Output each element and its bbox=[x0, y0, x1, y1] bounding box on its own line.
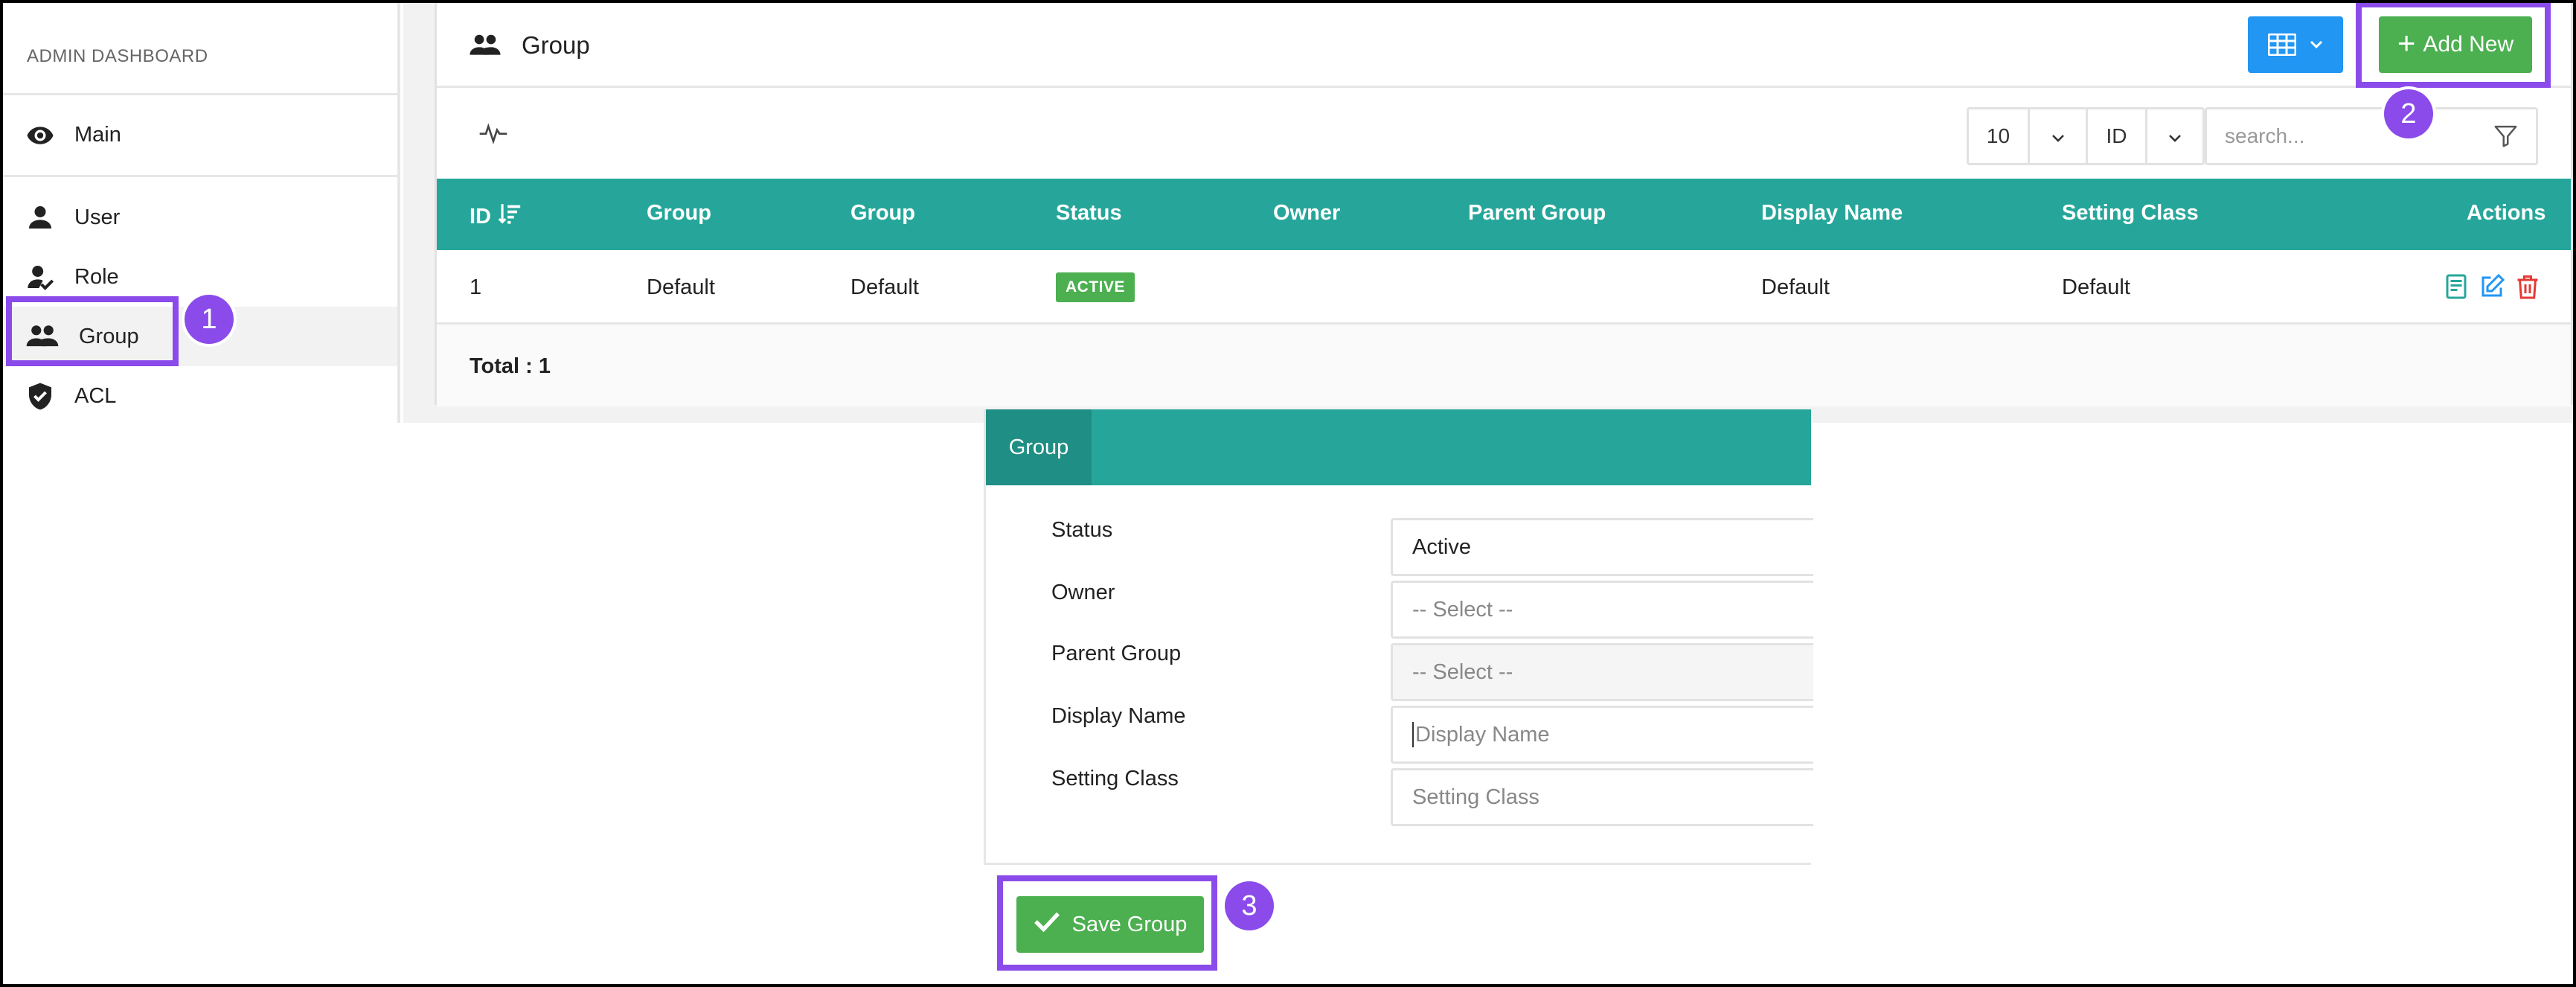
display-name-label: Display Name bbox=[1051, 704, 1186, 728]
column-header-id[interactable]: ID bbox=[470, 201, 522, 232]
eye-icon bbox=[25, 121, 55, 150]
highlight-group-nav bbox=[6, 296, 179, 366]
view-icon[interactable] bbox=[2443, 272, 2470, 301]
highlight-save-group bbox=[997, 875, 1217, 971]
display-name-placeholder: Display Name bbox=[1415, 722, 1550, 747]
step-badge-3: 3 bbox=[1225, 881, 1274, 930]
group-form: Group Status Active Owner -- Select -- P… bbox=[984, 409, 1813, 865]
column-header-status[interactable]: Status bbox=[1056, 201, 1122, 226]
table-row[interactable]: 1 Default Default ACTIVE Default Default bbox=[437, 250, 2571, 325]
table-icon bbox=[2268, 33, 2296, 56]
sidebar-item-label: User bbox=[74, 205, 121, 229]
owner-label: Owner bbox=[1051, 581, 1115, 604]
setting-class-field[interactable]: Setting Class bbox=[1391, 768, 1813, 826]
table-footer: Total : 1 bbox=[437, 325, 2571, 406]
parent-group-select[interactable]: -- Select -- bbox=[1391, 643, 1813, 701]
column-header-setting-class[interactable]: Setting Class bbox=[2062, 201, 2199, 226]
group-icon bbox=[468, 31, 502, 60]
chevron-down-icon bbox=[2051, 124, 2065, 148]
user-icon bbox=[25, 202, 55, 232]
delete-icon[interactable] bbox=[2514, 272, 2541, 301]
column-header-label: ID bbox=[470, 204, 491, 229]
table-toolbar: 10 ID bbox=[437, 88, 2571, 179]
chevron-down-icon bbox=[2168, 124, 2182, 148]
edit-icon[interactable] bbox=[2479, 272, 2505, 301]
column-header-group-2[interactable]: Group bbox=[850, 201, 915, 226]
highlight-add-new bbox=[2356, 1, 2551, 88]
sort-descending-icon bbox=[497, 201, 522, 232]
chevron-down-icon bbox=[2310, 40, 2323, 49]
sort-field-select[interactable]: ID bbox=[2088, 109, 2147, 163]
total-count: Total : 1 bbox=[470, 354, 551, 378]
page-title: Group bbox=[522, 31, 590, 59]
setting-class-placeholder: Setting Class bbox=[1412, 785, 1539, 809]
cell-id: 1 bbox=[470, 275, 482, 299]
step-badge-2: 2 bbox=[2384, 89, 2433, 138]
setting-class-label: Setting Class bbox=[1051, 767, 1179, 790]
cell-group: Default bbox=[647, 275, 715, 299]
sidebar-item-label: Main bbox=[74, 123, 121, 147]
display-name-field[interactable]: Display Name bbox=[1391, 706, 1813, 764]
column-header-parent-group[interactable]: Parent Group bbox=[1468, 201, 1606, 226]
page-size-dropdown[interactable] bbox=[2030, 109, 2088, 163]
column-header-display-name[interactable]: Display Name bbox=[1761, 201, 1903, 226]
step-badge-1: 1 bbox=[185, 295, 234, 344]
form-tab-bar: Group bbox=[986, 409, 1811, 485]
column-header-actions: Actions bbox=[2467, 201, 2546, 225]
cell-display-name: Default bbox=[1761, 275, 1830, 299]
sidebar-item-acl[interactable]: ACL bbox=[3, 366, 397, 426]
status-badge: ACTIVE bbox=[1056, 272, 1135, 302]
sidebar-item-user[interactable]: User bbox=[3, 188, 397, 247]
table-header: ID Group Group Status Owner Parent Group… bbox=[437, 179, 2571, 250]
tab-group[interactable]: Group bbox=[986, 409, 1092, 485]
cell-group-2: Default bbox=[850, 275, 919, 299]
status-label: Status bbox=[1051, 518, 1113, 542]
cell-setting-class: Default bbox=[2062, 275, 2130, 299]
role-icon bbox=[25, 262, 55, 292]
search-input[interactable] bbox=[2225, 124, 2493, 148]
sidebar-item-label: Role bbox=[74, 264, 119, 289]
sidebar-header: ADMIN DASHBOARD bbox=[3, 3, 397, 95]
group-list-panel: Group + Add New 10 ID search... ID Group… bbox=[435, 3, 2573, 406]
text-cursor bbox=[1412, 722, 1414, 747]
page-size-select[interactable]: 10 bbox=[1969, 109, 2030, 163]
row-actions bbox=[2443, 272, 2541, 301]
sidebar-item-main[interactable]: Main bbox=[3, 95, 397, 177]
column-header-group[interactable]: Group bbox=[647, 201, 711, 226]
status-select[interactable]: Active bbox=[1391, 518, 1813, 576]
column-header-owner[interactable]: Owner bbox=[1273, 201, 1340, 226]
paging-sort-controls: 10 ID bbox=[1967, 107, 2205, 165]
view-toggle-button[interactable] bbox=[2248, 16, 2343, 73]
sort-field-dropdown[interactable] bbox=[2147, 109, 2202, 163]
panel-header: Group + Add New bbox=[437, 3, 2571, 88]
shield-icon bbox=[25, 381, 55, 411]
search-box bbox=[2205, 107, 2538, 165]
filter-icon[interactable] bbox=[2493, 124, 2518, 149]
owner-select[interactable]: -- Select -- bbox=[1391, 581, 1813, 639]
sidebar-item-label: ACL bbox=[74, 383, 117, 408]
activity-icon[interactable] bbox=[478, 118, 508, 147]
parent-group-label: Parent Group bbox=[1051, 642, 1182, 665]
